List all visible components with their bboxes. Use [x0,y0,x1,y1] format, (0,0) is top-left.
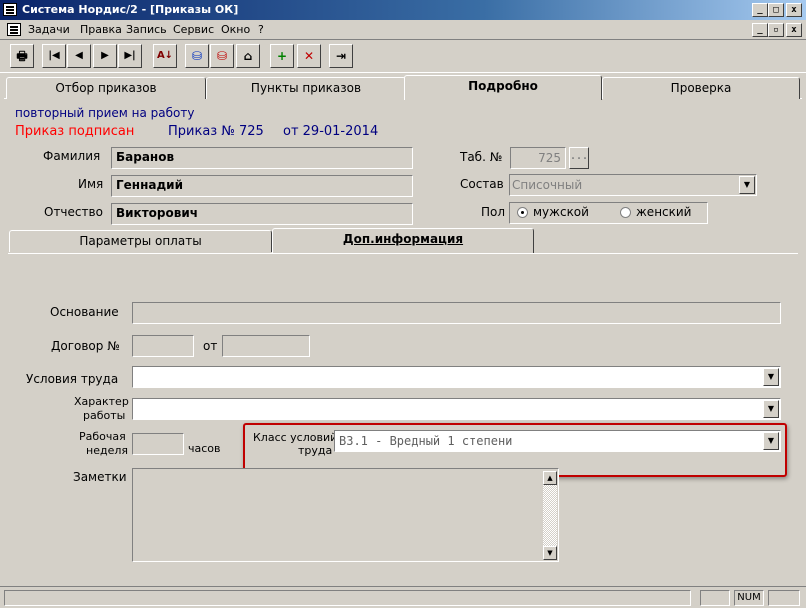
add-record-icon[interactable]: + [270,44,294,68]
order-type: повторный прием на работу [15,106,195,120]
first-record-icon[interactable]: |◀ [42,44,66,68]
gender-female-radio[interactable] [620,207,631,218]
menu-window[interactable]: Окно [221,23,250,36]
order-date: от 29-01-2014 [283,124,379,139]
work-class-label-2: труда [298,444,333,457]
conditions-dropdown[interactable] [132,366,781,388]
contract-date-field[interactable] [222,335,310,357]
patronymic-field[interactable]: Викторович [111,203,413,225]
document-icon[interactable] [7,23,21,36]
tab-check[interactable]: Проверка [602,77,800,99]
scroll-down-icon[interactable]: ▼ [543,546,557,560]
app-icon[interactable] [3,3,17,16]
db-download-icon[interactable]: ⛁ [185,44,209,68]
menu-edit[interactable]: Правка [80,23,122,36]
menu-record[interactable]: Запись [126,23,167,36]
basket-icon[interactable]: ⌂ [236,44,260,68]
db-upload-icon[interactable]: ⛁ [210,44,234,68]
work-week-field[interactable] [132,433,184,455]
status-scroll [768,590,800,606]
exit-icon[interactable]: ⇥ [329,44,353,68]
order-number: Приказ № 725 [168,124,264,139]
work-character-label-1: Характер [74,395,129,408]
contract-from-label: от [203,339,218,353]
work-character-dropdown[interactable] [132,398,781,420]
basis-field[interactable] [132,302,781,324]
surname-label: Фамилия [43,149,101,163]
composition-dropdown-arrow-icon[interactable]: ▼ [739,176,755,194]
subtab-divider [8,253,798,254]
status-num: NUM [734,590,764,606]
contract-label: Договор № [51,339,120,353]
child-restore-button[interactable]: ▫ [768,23,784,37]
contract-number-field[interactable] [132,335,194,357]
menu-help[interactable]: ? [258,23,264,36]
child-minimize-button[interactable]: _ [752,23,768,37]
window-title: Система Нордис/2 - [Приказы ОК] [22,3,239,16]
status-message [4,590,691,606]
print-icon[interactable]: 🖶 [10,44,34,68]
sort-icon[interactable]: A↓ [153,44,177,68]
tab-additional-info[interactable]: Доп.информация [272,228,534,253]
gender-female-label[interactable]: женский [636,205,691,219]
prev-record-icon[interactable]: ◀ [67,44,91,68]
notes-textarea[interactable] [132,468,559,562]
minimize-button[interactable]: _ [752,3,768,17]
tab-number-field[interactable]: 725 [510,147,566,169]
close-button[interactable]: x [786,3,802,17]
surname-field[interactable]: Баранов [111,147,413,169]
name-field[interactable]: Геннадий [111,175,413,197]
tab-number-label: Таб. № [460,150,503,164]
tab-order-items[interactable]: Пункты приказов [206,77,406,99]
menu-service[interactable]: Сервис [173,23,214,36]
work-week-label-1: Рабочая [79,430,126,443]
scroll-up-icon[interactable]: ▲ [543,471,557,485]
last-record-icon[interactable]: ▶| [118,44,142,68]
order-status: Приказ подписан [15,124,135,139]
name-label: Имя [78,177,104,191]
tab-payment-params[interactable]: Параметры оплаты [9,230,272,252]
delete-record-icon[interactable]: ✕ [297,44,321,68]
gender-male-label[interactable]: мужской [533,205,589,219]
gender-label: Пол [481,205,506,219]
conditions-label: Условия труда [26,372,119,386]
composition-dropdown[interactable]: Списочный [509,174,757,196]
work-character-label-2: работы [83,409,126,422]
next-record-icon[interactable]: ▶ [93,44,117,68]
hours-label: часов [188,442,221,455]
work-class-dropdown[interactable]: В3.1 - Вредный 1 степени [334,430,781,452]
work-character-dropdown-arrow-icon[interactable]: ▼ [763,400,779,418]
maximize-button[interactable]: □ [768,3,784,17]
conditions-dropdown-arrow-icon[interactable]: ▼ [763,368,779,386]
tab-details[interactable]: Подробно [404,75,602,100]
notes-label: Заметки [73,470,127,484]
gender-male-radio[interactable] [517,207,528,218]
work-week-label-2: неделя [86,444,128,457]
work-class-label-1: Класс условий [253,431,338,444]
patronymic-label: Отчество [44,205,103,219]
work-class-dropdown-arrow-icon[interactable]: ▼ [763,432,779,450]
tab-number-lookup-button[interactable]: ... [569,147,589,169]
status-bar-divider [0,586,806,587]
menu-tasks[interactable]: Задачи [28,23,70,36]
tab-order-selection[interactable]: Отбор приказов [6,77,206,99]
basis-label: Основание [50,305,119,319]
composition-label: Состав [460,177,504,191]
status-caps [700,590,730,606]
child-close-button[interactable]: x [786,23,802,37]
